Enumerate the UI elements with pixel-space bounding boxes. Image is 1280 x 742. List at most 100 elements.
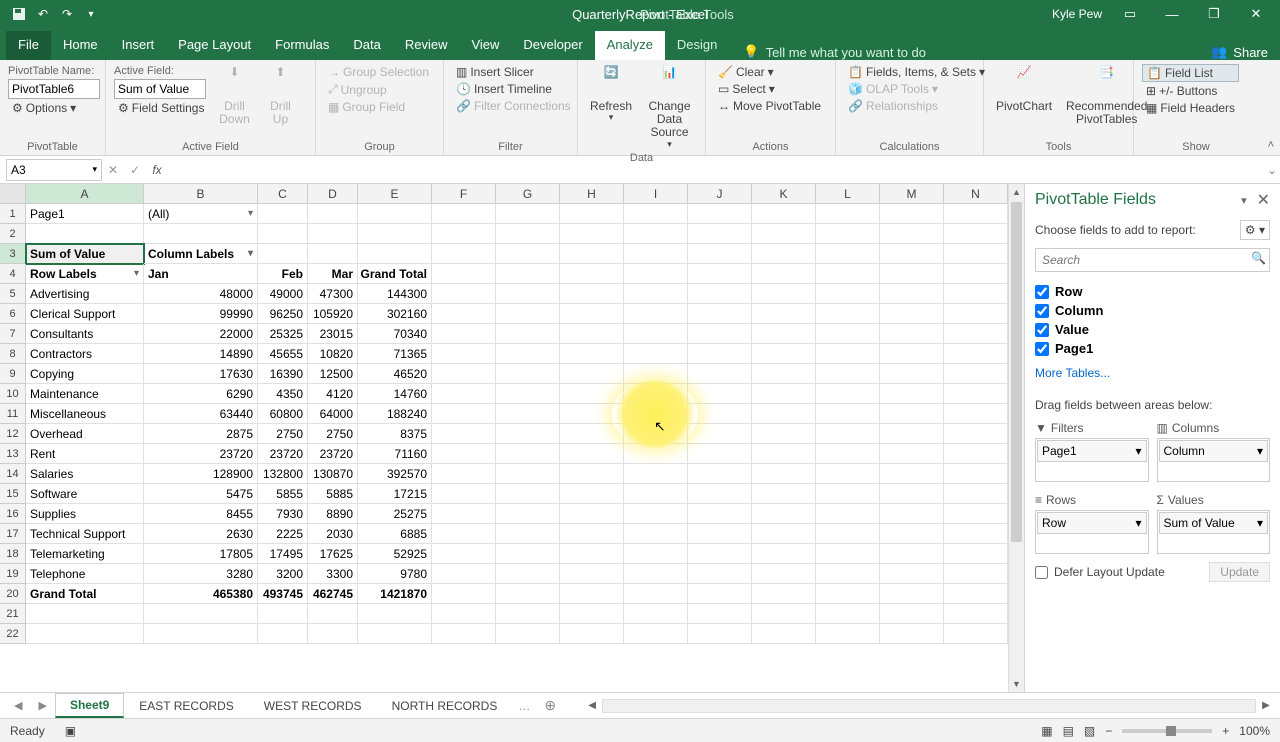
zoom-in-icon[interactable]: +: [1222, 724, 1229, 738]
cell[interactable]: [496, 264, 560, 284]
cell[interactable]: [432, 364, 496, 384]
col-header[interactable]: J: [688, 184, 752, 203]
cell[interactable]: [944, 384, 1008, 404]
cell[interactable]: [944, 544, 1008, 564]
cell[interactable]: 23720: [144, 444, 258, 464]
cell[interactable]: [624, 404, 688, 424]
cell[interactable]: [880, 524, 944, 544]
cell[interactable]: [688, 404, 752, 424]
sheet-tab[interactable]: WEST RECORDS: [249, 694, 377, 717]
name-box[interactable]: A3▾: [6, 159, 102, 181]
cell[interactable]: 2750: [258, 424, 308, 444]
row-header[interactable]: 9: [0, 364, 26, 384]
cell[interactable]: 17805: [144, 544, 258, 564]
cell[interactable]: [880, 364, 944, 384]
cell[interactable]: Miscellaneous: [26, 404, 144, 424]
cell[interactable]: [752, 304, 816, 324]
cell[interactable]: [816, 584, 880, 604]
cell[interactable]: [752, 364, 816, 384]
cell[interactable]: [880, 304, 944, 324]
cell[interactable]: [816, 204, 880, 224]
cell[interactable]: [432, 224, 496, 244]
cell[interactable]: 188240: [358, 404, 432, 424]
formula-input[interactable]: [168, 159, 1264, 181]
insert-slicer[interactable]: ▥ Insert Slicer: [452, 64, 575, 80]
cell[interactable]: [816, 464, 880, 484]
row-header[interactable]: 3: [0, 244, 26, 264]
tab-home[interactable]: Home: [51, 31, 110, 60]
cell[interactable]: [624, 284, 688, 304]
search-fields-input[interactable]: [1035, 248, 1270, 272]
col-header[interactable]: C: [258, 184, 308, 203]
cell[interactable]: [560, 364, 624, 384]
row-header[interactable]: 16: [0, 504, 26, 524]
cell[interactable]: Jan: [144, 264, 258, 284]
cell[interactable]: 8890: [308, 504, 358, 524]
cell[interactable]: [560, 424, 624, 444]
cell[interactable]: [816, 384, 880, 404]
cell[interactable]: [816, 504, 880, 524]
cell[interactable]: Telemarketing: [26, 544, 144, 564]
cell[interactable]: 23015: [308, 324, 358, 344]
pane-close-icon[interactable]: ✕: [1257, 190, 1270, 210]
cell[interactable]: [358, 604, 432, 624]
cell[interactable]: [432, 464, 496, 484]
search-icon[interactable]: 🔍: [1251, 251, 1266, 265]
cell[interactable]: [752, 204, 816, 224]
cell[interactable]: [688, 504, 752, 524]
sheet-tab[interactable]: NORTH RECORDS: [377, 694, 513, 717]
cell[interactable]: 3300: [308, 564, 358, 584]
row-header[interactable]: 4: [0, 264, 26, 284]
fields-items-sets[interactable]: 📋 Fields, Items, & Sets ▾: [844, 64, 989, 80]
tab-developer[interactable]: Developer: [511, 31, 594, 60]
tab-design[interactable]: Design: [665, 31, 729, 60]
cell[interactable]: [432, 264, 496, 284]
cell[interactable]: [144, 604, 258, 624]
cell[interactable]: 462745: [308, 584, 358, 604]
chip-page1[interactable]: Page1▾: [1037, 440, 1147, 462]
cell[interactable]: [432, 544, 496, 564]
cell[interactable]: [560, 484, 624, 504]
cell[interactable]: [816, 544, 880, 564]
cell[interactable]: [496, 384, 560, 404]
cell[interactable]: 60800: [258, 404, 308, 424]
cell[interactable]: 48000: [144, 284, 258, 304]
select[interactable]: ▭ Select ▾: [714, 81, 825, 97]
collapse-ribbon-icon[interactable]: ˄: [1268, 139, 1274, 151]
cell[interactable]: [560, 564, 624, 584]
cell[interactable]: [816, 484, 880, 504]
cell[interactable]: 16390: [258, 364, 308, 384]
tell-me[interactable]: 💡 Tell me what you want to do: [743, 44, 926, 60]
cell[interactable]: [624, 204, 688, 224]
cell[interactable]: [880, 604, 944, 624]
cell[interactable]: [432, 484, 496, 504]
cell[interactable]: [624, 624, 688, 644]
cell[interactable]: [944, 344, 1008, 364]
cell[interactable]: 46520: [358, 364, 432, 384]
cell[interactable]: [560, 624, 624, 644]
cell[interactable]: [432, 504, 496, 524]
sheet-more-icon[interactable]: …: [512, 699, 536, 713]
cell[interactable]: 96250: [258, 304, 308, 324]
tab-page-layout[interactable]: Page Layout: [166, 31, 263, 60]
sheet-nav-next-icon[interactable]: ▶: [30, 699, 54, 712]
cell[interactable]: [688, 304, 752, 324]
col-header[interactable]: A: [26, 184, 144, 203]
cell[interactable]: [752, 384, 816, 404]
cell[interactable]: [560, 304, 624, 324]
cell[interactable]: [816, 404, 880, 424]
ribbon-display-icon[interactable]: ▭: [1116, 6, 1144, 22]
cell[interactable]: [560, 384, 624, 404]
cell[interactable]: [880, 204, 944, 224]
cell[interactable]: [432, 284, 496, 304]
cell[interactable]: [880, 324, 944, 344]
cell[interactable]: [752, 504, 816, 524]
cell[interactable]: [560, 264, 624, 284]
area-filters-drop[interactable]: Page1▾: [1035, 438, 1149, 482]
cell[interactable]: [944, 244, 1008, 264]
cell[interactable]: [496, 484, 560, 504]
cell[interactable]: [688, 484, 752, 504]
cell[interactable]: 8455: [144, 504, 258, 524]
view-normal-icon[interactable]: ▦: [1041, 724, 1052, 738]
cell[interactable]: [944, 204, 1008, 224]
